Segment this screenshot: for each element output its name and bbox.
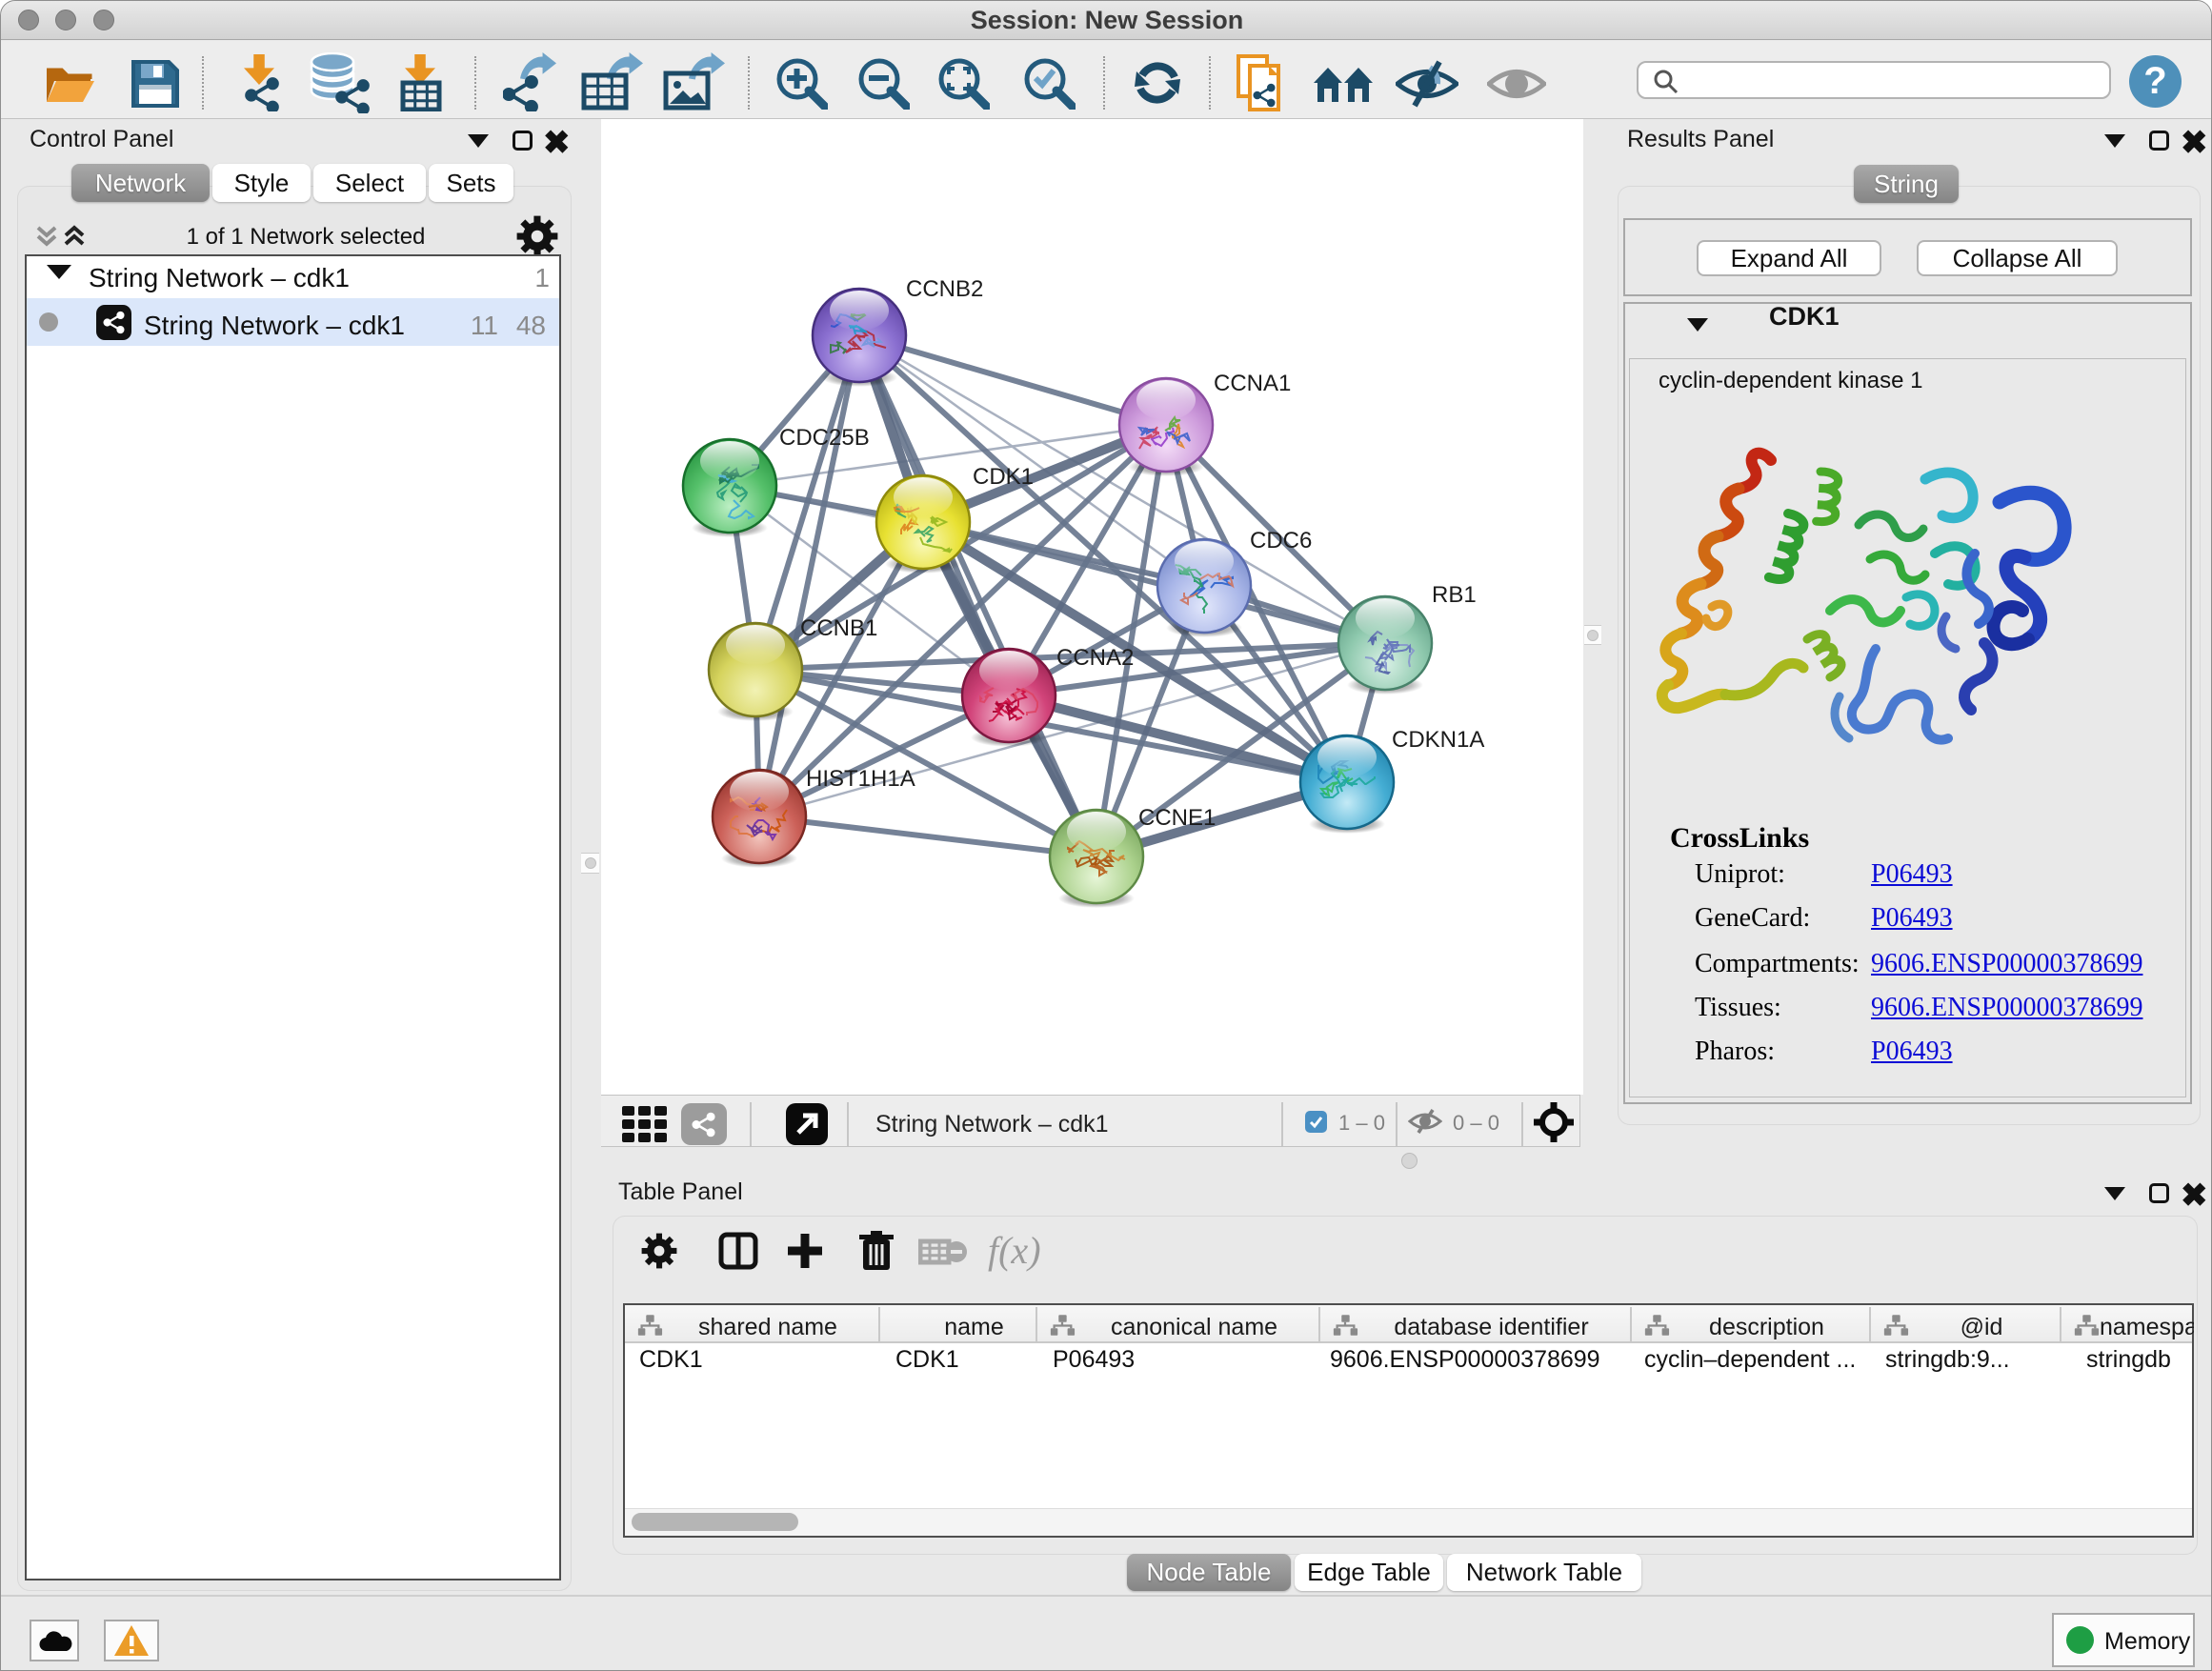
svg-text:CDK1: CDK1 — [973, 464, 1034, 490]
svg-text:CCNE1: CCNE1 — [1138, 805, 1216, 831]
svg-text:CCNA2: CCNA2 — [1056, 645, 1134, 671]
svg-text:CDC25B: CDC25B — [779, 425, 870, 451]
svg-text:CCNB1: CCNB1 — [800, 615, 877, 641]
svg-text:CDC6: CDC6 — [1250, 528, 1312, 554]
svg-text:CDKN1A: CDKN1A — [1392, 727, 1484, 753]
svg-text:CCNA1: CCNA1 — [1214, 371, 1291, 396]
svg-text:CCNB2: CCNB2 — [906, 276, 983, 302]
svg-text:RB1: RB1 — [1432, 582, 1477, 608]
svg-text:HIST1H1A: HIST1H1A — [806, 766, 915, 792]
